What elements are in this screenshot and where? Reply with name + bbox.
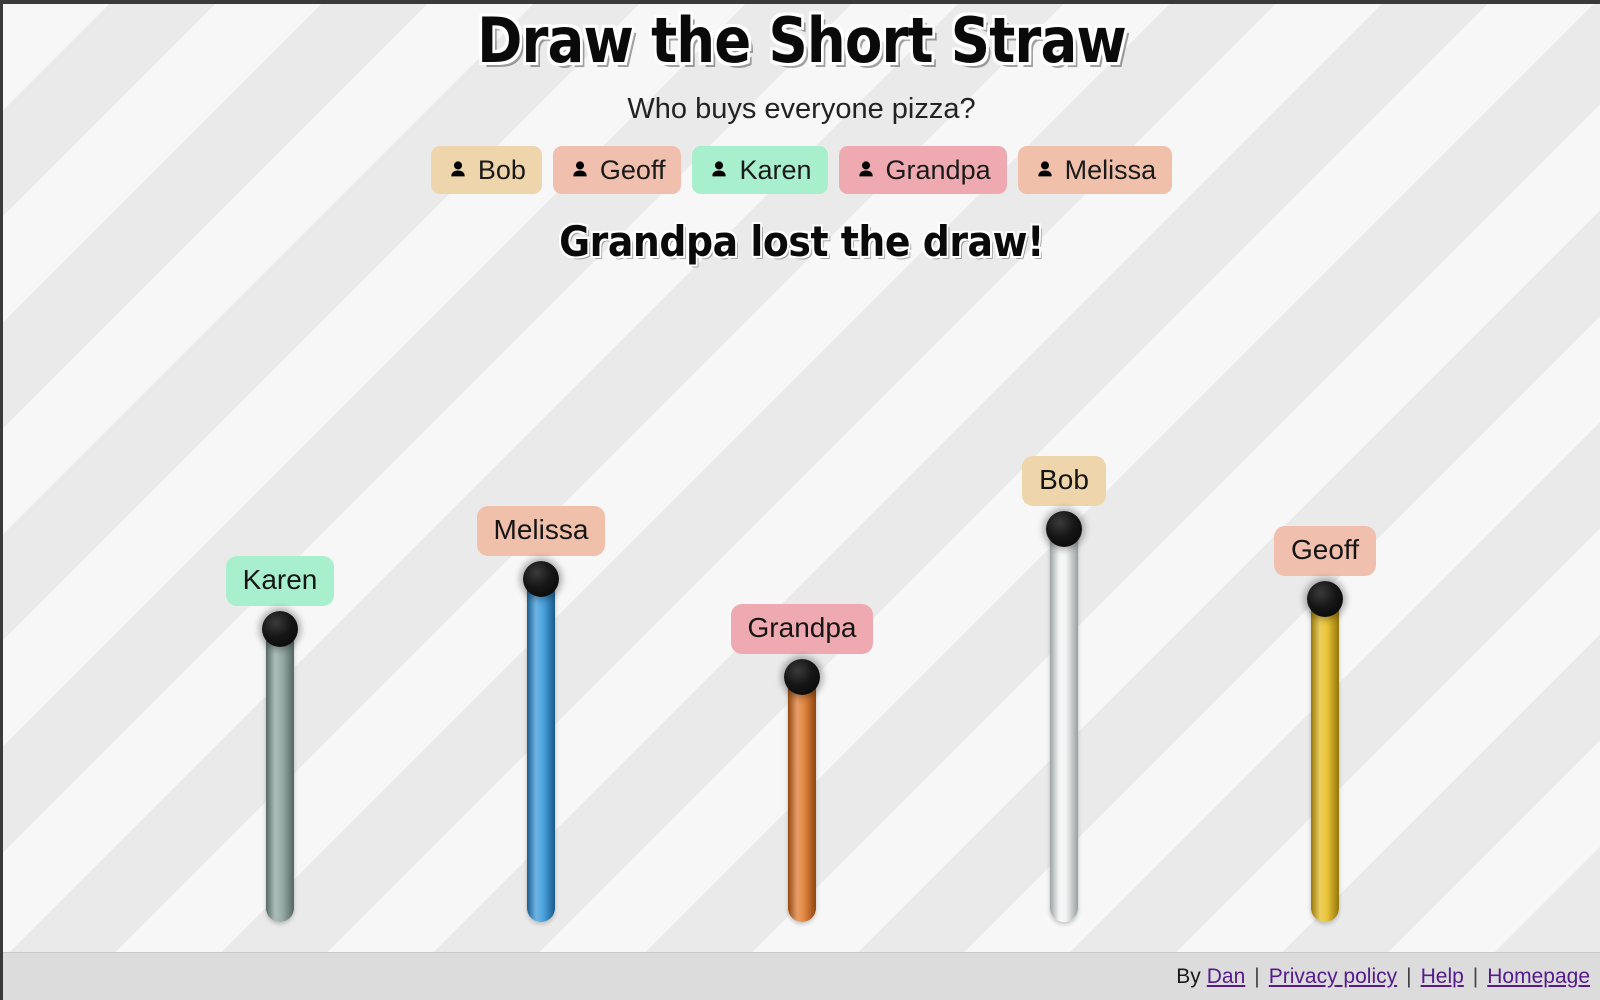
footer-by-text: By: [1176, 964, 1201, 988]
footer-link-help[interactable]: Help: [1421, 965, 1464, 989]
footer-link-author[interactable]: Dan: [1207, 965, 1246, 989]
straw-name-label[interactable]: Geoff: [1274, 526, 1376, 576]
straw-cap-icon: [523, 561, 559, 597]
straw-name-label[interactable]: Grandpa: [730, 604, 874, 654]
straw-stick-melissa[interactable]: [523, 561, 559, 922]
straw-cap-icon: [1046, 511, 1082, 547]
straw-name-label[interactable]: Karen: [225, 556, 335, 606]
footer-separator-1: |: [1254, 964, 1260, 988]
straw-slot-melissa: Melissa: [461, 506, 621, 922]
straw-slot-geoff: Geoff: [1245, 526, 1405, 922]
footer: By Dan | Privacy policy | Help | Homepag…: [3, 952, 1600, 1000]
straw-cap-icon: [1307, 581, 1343, 617]
straw-stick-bob[interactable]: [1046, 511, 1082, 922]
page-root: Draw the Short Straw Who buys everyone p…: [0, 0, 1600, 1000]
straw-cap-icon: [784, 659, 820, 695]
straw-field: Karen Melissa Grandpa Bob Geoff: [3, 4, 1600, 952]
straw-stick-geoff[interactable]: [1307, 581, 1343, 922]
footer-link-homepage[interactable]: Homepage: [1487, 965, 1590, 989]
straw-slot-grandpa: Grandpa: [722, 604, 882, 922]
footer-separator-3: |: [1472, 964, 1479, 988]
footer-link-privacy-policy[interactable]: Privacy policy: [1269, 965, 1397, 989]
straw-slot-karen: Karen: [200, 556, 360, 922]
straw-stick-grandpa[interactable]: [784, 659, 820, 922]
straw-slot-bob: Bob: [984, 456, 1144, 922]
straw-name-label[interactable]: Melissa: [476, 506, 606, 556]
footer-separator-2: |: [1406, 964, 1412, 988]
straw-cap-icon: [262, 611, 298, 647]
straw-stick-karen[interactable]: [262, 611, 298, 922]
straw-name-label[interactable]: Bob: [1022, 456, 1106, 506]
